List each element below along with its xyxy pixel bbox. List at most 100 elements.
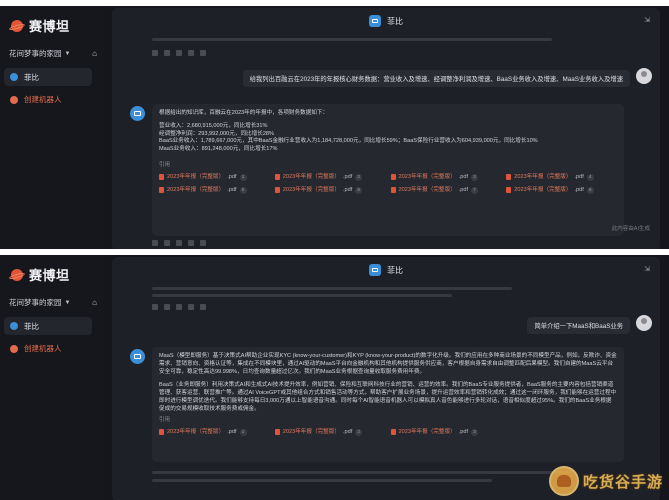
sidebar-item-bot[interactable]: 菲比 <box>4 317 92 335</box>
file-ext: .pdf <box>227 187 237 194</box>
citation-file[interactable]: 2023年年报（完整版） .pdf 2 <box>274 428 386 436</box>
home-icon[interactable]: ⌂ <box>92 49 97 58</box>
citation-file[interactable]: 2023年年报（完整版） .pdf 1 <box>159 428 270 436</box>
chat-title: 菲比 <box>387 265 403 275</box>
app-window-top: 赛博坦 花间梦事的家园 ▼ ⌂ 菲比 创建机器人 菲比 ⇲ 给我列出百融云在20… <box>0 6 669 249</box>
avatar-icon[interactable] <box>636 68 652 84</box>
answer-paragraph: MaaS（模型即服务）基于决策式AI帮助企业实现KYC (know-your-c… <box>159 353 617 375</box>
answer-list: 营业收入：2,680,915,000元，同比增长31% 经调整净利润：293,9… <box>159 123 617 153</box>
dislike-icon[interactable] <box>176 50 182 56</box>
bot-answer: MaaS（模型即服务）基于决策式AI帮助企业实现KYC (know-your-c… <box>152 347 624 462</box>
home-icon[interactable]: ⌂ <box>92 298 97 307</box>
refresh-icon[interactable] <box>188 240 194 246</box>
citation-file[interactable]: 2023年年报（完整版） .pdf 3 <box>390 428 502 436</box>
file-index: 1 <box>239 173 247 181</box>
pdf-icon <box>506 187 512 194</box>
citation-label: 引用 <box>159 162 171 169</box>
pdf-icon <box>390 174 396 181</box>
answer-line: 营业收入：2,680,915,000元，同比增长31% <box>159 123 268 129</box>
copy-icon[interactable] <box>152 50 158 56</box>
pin-icon[interactable]: ⇲ <box>644 16 650 24</box>
file-ext: .pdf <box>574 187 584 194</box>
dislike-icon[interactable] <box>176 304 182 310</box>
citation-file[interactable]: 2023年年报（完整版） .pdf 5 <box>159 186 270 194</box>
bot-icon <box>369 15 381 27</box>
citation-file[interactable]: 2023年年报（完整版） .pdf 4 <box>506 173 617 181</box>
sidebar: 赛博坦 花间梦事的家园 ▼ ⌂ 菲比 创建机器人 <box>0 255 104 500</box>
file-name: 2023年年报（完整版） <box>398 187 456 194</box>
file-ext: .pdf <box>342 187 353 194</box>
sidebar-item-bot[interactable]: 菲比 <box>4 68 92 86</box>
file-name: 2023年年报（完整版） <box>282 429 340 435</box>
citation-files: 2023年年报（完整版） .pdf 1 2023年年报（完整版） .pdf 2 2023… <box>159 428 617 436</box>
citation-label: 引用 <box>159 417 171 423</box>
citation-file[interactable]: 2023年年报（完整版） .pdf 7 <box>390 186 502 194</box>
file-index: 5 <box>239 186 247 194</box>
file-index: 2 <box>355 428 363 436</box>
file-ext: .pdf <box>458 174 469 181</box>
like-icon[interactable] <box>164 50 170 56</box>
message-toolbar[interactable] <box>152 50 206 56</box>
pdf-icon <box>274 174 280 181</box>
file-index: 7 <box>471 186 479 194</box>
brand-logo[interactable]: 赛博坦 <box>8 265 70 284</box>
citation-file[interactable]: 2023年年报（完整版） .pdf 2 <box>274 173 386 181</box>
space-name: 花间梦事的家园 <box>9 298 62 307</box>
pdf-icon <box>390 429 396 435</box>
previous-message-placeholder <box>152 38 552 41</box>
citation-file[interactable]: 2023年年报（完整版） .pdf 6 <box>274 186 386 194</box>
file-ext: .pdf <box>574 174 584 181</box>
message-toolbar[interactable] <box>152 304 206 310</box>
bot-icon <box>10 73 18 81</box>
watermark: 吃货谷手游 <box>548 466 663 496</box>
file-ext: .pdf <box>458 187 469 194</box>
citation-file[interactable]: 2023年年报（完整版） .pdf 8 <box>506 186 617 194</box>
file-index: 3 <box>471 428 479 436</box>
file-name: 2023年年报（完整版） <box>398 429 456 435</box>
share-icon[interactable] <box>200 304 206 310</box>
copy-icon[interactable] <box>152 304 158 310</box>
file-name: 2023年年报（完整版） <box>167 187 225 194</box>
app-window-bottom: 赛博坦 花间梦事的家园 ▼ ⌂ 菲比 创建机器人 菲比 ⇲ 简单介绍一下MaaS… <box>0 255 669 500</box>
watermark-logo-icon <box>548 466 579 496</box>
create-bot-label: 创建机器人 <box>24 344 62 353</box>
chat-title: 菲比 <box>387 16 403 26</box>
copy-icon[interactable] <box>152 240 158 246</box>
pdf-icon <box>274 429 280 435</box>
file-index: 4 <box>586 173 594 181</box>
refresh-icon[interactable] <box>188 304 194 310</box>
share-icon[interactable] <box>200 50 206 56</box>
like-icon[interactable] <box>164 240 170 246</box>
file-index: 2 <box>355 173 363 181</box>
share-icon[interactable] <box>200 240 206 246</box>
file-name: 2023年年报（完整版） <box>514 174 572 181</box>
pdf-icon <box>159 187 164 194</box>
avatar-icon[interactable] <box>636 315 652 331</box>
dislike-icon[interactable] <box>176 240 182 246</box>
user-message: 简单介绍一下MaaS和BaaS业务 <box>527 317 630 334</box>
file-name: 2023年年报（完整版） <box>514 187 572 194</box>
chat-panel: 菲比 ⇲ 简单介绍一下MaaS和BaaS业务 MaaS（模型即服务）基于决策式A… <box>112 257 660 500</box>
file-name: 2023年年报（完整版） <box>167 174 225 181</box>
pdf-icon <box>274 187 280 194</box>
refresh-icon[interactable] <box>188 50 194 56</box>
plus-icon <box>10 95 18 104</box>
pdf-icon <box>390 187 396 194</box>
pdf-icon <box>506 174 512 181</box>
space-selector[interactable]: 花间梦事的家园 ▼ ⌂ <box>9 297 97 308</box>
brand-name: 赛博坦 <box>29 268 70 283</box>
answer-paragraph: BaaS（业务即服务）利用决策式AI和生成式AI技术提升效率，例如营销、保险和互… <box>159 382 617 412</box>
file-index: 3 <box>471 173 479 181</box>
bot-answer: 根据给出的知识库，百融云在2023年的年报中，各项财务数据如下： 营业收入：2,… <box>152 104 624 236</box>
citation-file[interactable]: 2023年年报（完整版） .pdf 3 <box>390 173 502 181</box>
brand-logo[interactable]: 赛博坦 <box>8 16 70 35</box>
pin-icon[interactable]: ⇲ <box>644 265 650 273</box>
create-bot-button[interactable]: 创建机器人 <box>10 343 62 354</box>
space-selector[interactable]: 花间梦事的家园 ▼ ⌂ <box>9 48 97 59</box>
like-icon[interactable] <box>164 304 170 310</box>
chat-panel: 菲比 ⇲ 给我列出百融云在2023年的年报核心财务数据：营业收入及增速、经调整净… <box>112 8 660 249</box>
chevron-down-icon: ▼ <box>64 299 71 306</box>
create-bot-button[interactable]: 创建机器人 <box>10 94 62 105</box>
answer-toolbar[interactable] <box>152 240 206 246</box>
citation-file[interactable]: 2023年年报（完整版） .pdf 1 <box>159 173 270 181</box>
